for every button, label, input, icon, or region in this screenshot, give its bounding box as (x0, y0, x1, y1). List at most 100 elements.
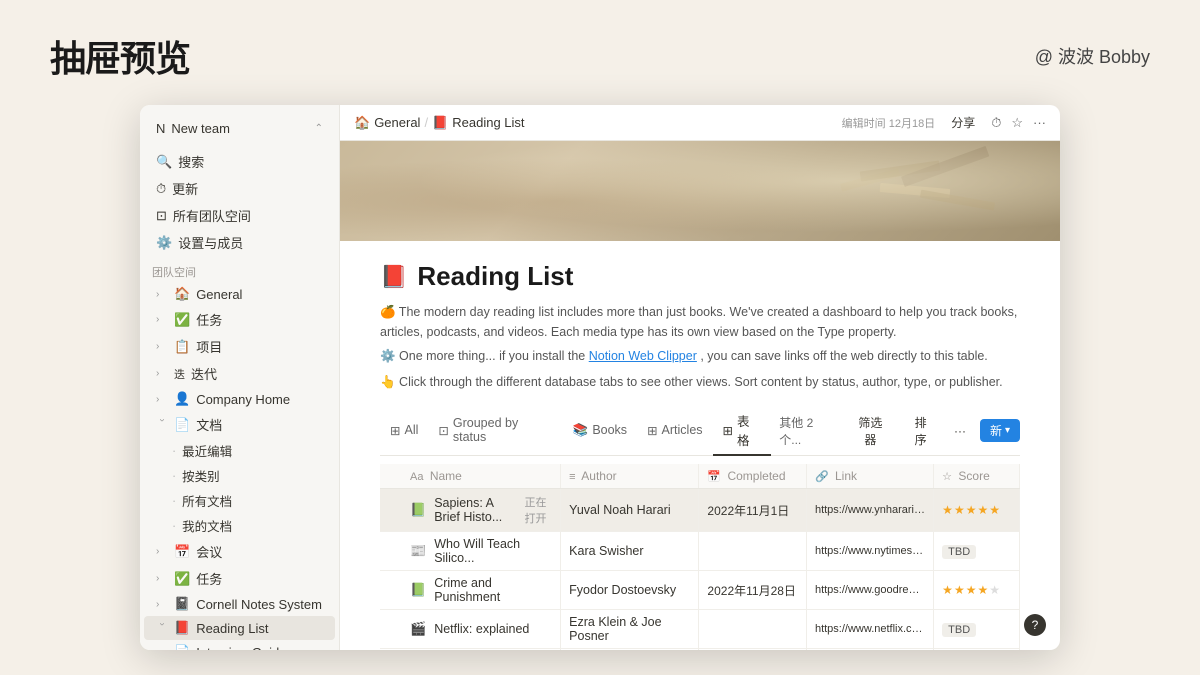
team-section-label: 团队空间 (140, 256, 339, 282)
sidebar-item-by-category[interactable]: · 按类别 (144, 463, 335, 488)
sidebar-item-tasks2[interactable]: › ✅ 任务 (144, 565, 335, 592)
cell-author: Aldous Huxley (561, 649, 699, 651)
col-name[interactable]: Aa Name (380, 464, 561, 489)
company-label: Company Home (196, 392, 290, 407)
general-icon: 🏠 (174, 286, 190, 302)
sidebar-item-updates[interactable]: ⏱ 更新 (144, 175, 335, 202)
cell-name[interactable]: 📗Sapiens: A Brief Histo...正在打开 (380, 489, 561, 532)
sidebar-item-interview[interactable]: › 📄 Interview Guide (144, 640, 335, 650)
col-name-icon: Aa (410, 471, 423, 483)
updates-label: 更新 (172, 179, 198, 198)
star-icon[interactable]: ☆ (1011, 115, 1023, 131)
cornell-label: Cornell Notes System (196, 597, 322, 612)
new-chevron-icon: ▾ (1005, 425, 1010, 436)
more-options-icon[interactable]: ··· (1033, 115, 1046, 130)
help-button[interactable]: ? (1024, 614, 1046, 636)
breadcrumb-home[interactable]: General (374, 115, 420, 130)
cell-link[interactable]: https://www.ynharari.com/boo (806, 489, 933, 532)
more-button[interactable]: ··· (946, 421, 974, 441)
notion-window: N New team ⌃ 🔍 搜索 ⏱ 更新 ⊡ 所有团队空间 ⚙️ 设置与成员… (140, 105, 1060, 650)
tab-all-icon: ⊞ (390, 423, 400, 438)
tab-table[interactable]: ⊞ 表格 (713, 406, 772, 456)
workspace-chevron-icon: ⌃ (315, 123, 323, 134)
cell-score: TBD (934, 532, 1020, 571)
table-row[interactable]: 📗Brave New WorldAldous Huxley2022年11月1日h… (380, 649, 1020, 651)
bullet-icon: · (172, 519, 176, 533)
col-score[interactable]: ☆ Score (934, 464, 1020, 489)
page-body: 📕 Reading List 🍊 The modern day reading … (340, 241, 1060, 650)
cell-score: ★★★★★ (934, 649, 1020, 651)
topbar-actions: 编辑时间 12月18日 分享 ⏱ ☆ ··· (842, 112, 1046, 133)
cell-completed (699, 610, 807, 649)
tab-more[interactable]: 其他 2 个... (771, 409, 845, 453)
cell-name[interactable]: 📗 Crime and Punishment (380, 571, 561, 610)
chevron-icon: › (156, 289, 168, 300)
sidebar-item-all-spaces[interactable]: ⊡ 所有团队空间 (144, 202, 335, 229)
cell-name[interactable]: 🎬Netflix: explained (380, 610, 561, 649)
cursor-tooltip: 正在打开 (524, 494, 552, 526)
col-author-icon: ≡ (569, 471, 575, 483)
sidebar-item-all-docs[interactable]: · 所有文档 (144, 488, 335, 513)
cell-link[interactable]: https://www.netflix.com/ca/titl (806, 610, 933, 649)
row-name: Crime and Punishment (434, 576, 552, 604)
row-icon: 📗 (410, 582, 426, 598)
cell-name[interactable]: 📰Who Will Teach Silico... (380, 532, 561, 571)
sidebar-item-settings[interactable]: ⚙️ 设置与成员 (144, 229, 335, 256)
notion-web-clipper-link[interactable]: Notion Web Clipper (589, 349, 697, 363)
cornell-icon: 📓 (174, 596, 190, 612)
col-author[interactable]: ≡ Author (561, 464, 699, 489)
sidebar-item-general[interactable]: › 🏠 General (144, 282, 335, 306)
tab-grouped[interactable]: ⊡ Grouped by status (428, 411, 562, 451)
sidebar-item-search[interactable]: 🔍 搜索 (144, 148, 335, 175)
sidebar-item-company-home[interactable]: › 👤 Company Home (144, 387, 335, 411)
cell-link[interactable]: https://www.penguin.co.uk/bo (806, 649, 933, 651)
cell-name[interactable]: 📗Brave New World (380, 649, 561, 651)
tab-all[interactable]: ⊞ All (380, 418, 428, 445)
col-link[interactable]: 🔗 Link (806, 464, 933, 489)
sidebar-item-iterations[interactable]: › 迭 迭代 (144, 360, 335, 387)
page-desc-2: ⚙️ One more thing... if you install the … (380, 346, 1020, 366)
cell-link[interactable]: https://www.nytimes.com/201 (806, 532, 933, 571)
row-icon: 📗 (410, 502, 426, 518)
col-link-label: Link (835, 469, 857, 483)
sidebar-item-projects[interactable]: › 📋 项目 (144, 333, 335, 360)
workspace-selector[interactable]: N New team ⌃ (144, 115, 335, 142)
table-row[interactable]: 📰Who Will Teach Silico...Kara Swisherhtt… (380, 532, 1020, 571)
sidebar-item-reading-list[interactable]: › 📕 Reading List (144, 616, 335, 640)
chevron-icon: › (156, 314, 168, 325)
sidebar-item-recent[interactable]: · 最近编辑 (144, 438, 335, 463)
cell-completed: 2022年11月1日 (699, 649, 807, 651)
settings-icon: ⚙️ (156, 235, 172, 251)
star-filled: ★ (966, 503, 977, 517)
edited-time-label: 编辑时间 12月18日 (842, 115, 936, 131)
col-completed[interactable]: 📅 Completed (699, 464, 807, 489)
tab-books[interactable]: 📚 Books (563, 418, 637, 445)
filter-button[interactable]: 筛选器 (845, 411, 895, 451)
breadcrumb-current[interactable]: Reading List (452, 115, 524, 130)
sidebar-item-cornell[interactable]: › 📓 Cornell Notes System (144, 592, 335, 616)
page-title: 抽屉预览 (50, 30, 190, 82)
sidebar-item-my-docs[interactable]: · 我的文档 (144, 513, 335, 538)
table-row[interactable]: 🎬Netflix: explainedEzra Klein & Joe Posn… (380, 610, 1020, 649)
sidebar-item-tasks[interactable]: › ✅ 任务 (144, 306, 335, 333)
sidebar-item-meetings[interactable]: › 📅 会议 (144, 538, 335, 565)
by-category-label: 按类别 (182, 466, 220, 485)
star-filled: ★ (977, 503, 988, 517)
share-button[interactable]: 分享 (945, 112, 981, 133)
reading-list-heading: Reading List (417, 261, 573, 292)
reading-list-emoji: 📕 (380, 264, 407, 290)
tab-articles[interactable]: ⊞ Articles (637, 418, 712, 445)
table-row[interactable]: 📗Sapiens: A Brief Histo...正在打开Yuval Noah… (380, 489, 1020, 532)
table-row[interactable]: 📗Crime and PunishmentFyodor Dostoevsky20… (380, 571, 1020, 610)
sidebar: N New team ⌃ 🔍 搜索 ⏱ 更新 ⊡ 所有团队空间 ⚙️ 设置与成员… (140, 105, 340, 650)
history-icon[interactable]: ⏱ (991, 115, 1001, 131)
user-label: @ 波波 Bobby (1035, 43, 1150, 69)
my-docs-label: 我的文档 (182, 516, 232, 535)
new-button[interactable]: 新 ▾ (980, 419, 1020, 442)
cell-link[interactable]: https://www.goodreads.com/b (806, 571, 933, 610)
sidebar-item-docs[interactable]: › 📄 文档 (144, 411, 335, 438)
meeting-icon: 📅 (174, 544, 190, 560)
sort-button[interactable]: 排序 (901, 411, 940, 451)
home-icon: 🏠 (354, 115, 370, 131)
desc2-suffix: , you can save links off the web directl… (700, 349, 987, 363)
